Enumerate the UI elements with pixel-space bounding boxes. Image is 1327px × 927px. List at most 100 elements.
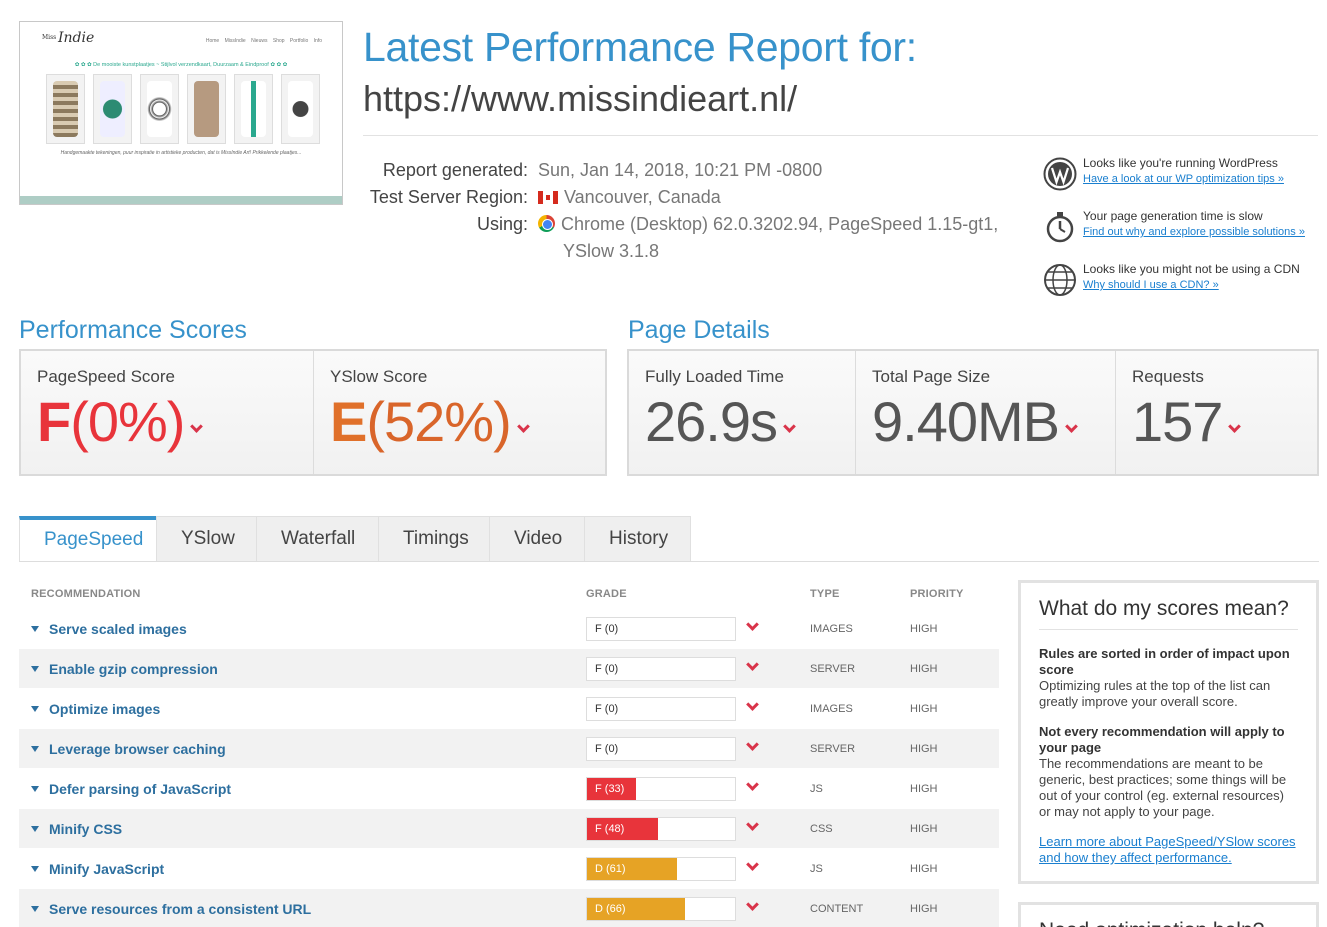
recommendation-name[interactable]: Defer parsing of JavaScript — [31, 781, 231, 797]
pagespeed-percent: (0%) — [70, 390, 185, 453]
table-row[interactable]: Leverage browser caching F (0) SERVER HIGH — [19, 728, 999, 768]
recommendation-type: IMAGES — [810, 703, 853, 715]
generation-time-link[interactable]: Find out why and explore possible soluti… — [1083, 224, 1318, 240]
report-generated-row: Report generated: Sun, Jan 14, 2018, 10:… — [382, 160, 823, 180]
page-details-title: Page Details — [628, 316, 770, 344]
tab-waterfall[interactable]: Waterfall — [256, 516, 379, 562]
grade-text: F (33) — [595, 783, 625, 795]
chevron-down-icon — [783, 420, 796, 433]
recommendation-type: CSS — [810, 823, 833, 835]
fully-loaded-time[interactable]: Fully Loaded Time 26.9s — [629, 351, 856, 474]
chevron-down-icon[interactable] — [746, 618, 759, 631]
tested-url: https://www.missindieart.nl/ — [363, 78, 798, 119]
chevron-down-icon[interactable] — [746, 858, 759, 871]
total-page-size[interactable]: Total Page Size 9.40MB — [856, 351, 1116, 474]
grade-bar: F (0) — [586, 657, 736, 681]
tab-video[interactable]: Video — [489, 516, 585, 562]
using-row: Using: Chrome (Desktop) 62.0.3202.94, Pa… — [476, 214, 999, 261]
grade-bar: D (66) — [586, 897, 736, 921]
wp-tips-link[interactable]: Have a look at our WP optimization tips … — [1083, 171, 1318, 187]
chevron-down-icon[interactable] — [746, 898, 759, 911]
recommendation-priority: HIGH — [910, 783, 938, 795]
learn-more-link[interactable]: Learn more about PageSpeed/YSlow scores … — [1039, 834, 1298, 866]
table-row[interactable]: Optimize images F (0) IMAGES HIGH — [19, 688, 999, 728]
recommendation-priority: HIGH — [910, 663, 938, 675]
table-row[interactable]: Minify JavaScript D (61) JS HIGH — [19, 848, 999, 888]
table-row[interactable]: Enable gzip compression F (0) SERVER HIGH — [19, 648, 999, 688]
tip-wordpress: Looks like you're running WordPress Have… — [1043, 155, 1318, 208]
recommendation-priority: HIGH — [910, 703, 938, 715]
grade-bar: F (0) — [586, 617, 736, 641]
grade-text: D (61) — [595, 863, 626, 875]
recommendation-type: JS — [810, 863, 823, 875]
optimization-help-box: Need optimization help? — [1018, 902, 1319, 927]
grade-text: F (0) — [595, 743, 619, 755]
yslow-grade: E — [330, 390, 367, 453]
grade-text: D (66) — [595, 903, 626, 915]
tip-cdn: Looks like you might not be using a CDN … — [1043, 261, 1318, 314]
recommendation-priority: HIGH — [910, 743, 938, 755]
recommendation-priority: HIGH — [910, 863, 938, 875]
tips-list: Looks like you're running WordPress Have… — [1043, 155, 1318, 314]
scores-explainer-title: What do my scores mean? — [1039, 597, 1298, 630]
report-meta: Report generated: Sun, Jan 14, 2018, 10:… — [363, 157, 1023, 265]
thumbnail-banner: ✿ ✿ ✿ De mooiste kunstplaatjes ~ Stijlvo… — [74, 62, 288, 68]
recommendation-name[interactable]: Serve scaled images — [31, 621, 187, 637]
scores-explainer: What do my scores mean? Rules are sorted… — [1018, 580, 1319, 884]
pagespeed-score[interactable]: PageSpeed Score F(0%) — [21, 351, 314, 474]
recommendation-name[interactable]: Serve resources from a consistent URL — [31, 901, 311, 917]
chevron-down-icon[interactable] — [746, 738, 759, 751]
stopwatch-icon — [1046, 212, 1074, 243]
performance-scores-title: Performance Scores — [19, 316, 247, 344]
yslow-percent: (52%) — [366, 390, 511, 453]
requests[interactable]: Requests 157 — [1116, 351, 1317, 474]
table-row[interactable]: Serve resources from a consistent URL D (… — [19, 888, 999, 927]
wordpress-icon — [1043, 157, 1077, 191]
page-title: Latest Performance Report for: — [363, 24, 917, 70]
chevron-down-icon[interactable] — [746, 778, 759, 791]
table-row[interactable]: Serve scaled images F (0) IMAGES HIGH — [19, 608, 999, 648]
grade-text: F (0) — [595, 623, 619, 635]
recommendation-type: SERVER — [810, 663, 856, 675]
recommendation-name[interactable]: Optimize images — [31, 701, 160, 717]
recommendation-priority: HIGH — [910, 623, 938, 635]
pagespeed-grade: F — [37, 390, 71, 453]
recommendation-name[interactable]: Minify JavaScript — [31, 861, 164, 877]
chevron-down-icon — [1065, 420, 1078, 433]
performance-scores-panel: PageSpeed Score F(0%) YSlow Score E(52%) — [19, 349, 607, 476]
chevron-down-icon[interactable] — [746, 658, 759, 671]
grade-text: F (0) — [595, 663, 619, 675]
tab-timings[interactable]: Timings — [378, 516, 490, 562]
tab-history[interactable]: History — [584, 516, 691, 562]
grade-text: F (48) — [595, 823, 625, 835]
tab-pagespeed[interactable]: PageSpeed — [19, 516, 157, 562]
recommendation-name[interactable]: Minify CSS — [31, 821, 122, 837]
page-details-panel: Fully Loaded Time 26.9s Total Page Size … — [627, 349, 1319, 476]
recommendation-type: IMAGES — [810, 623, 853, 635]
site-screenshot-thumbnail: Miss Indie Home MissIndie Nieuws Shop Por… — [19, 21, 343, 205]
chevron-down-icon — [190, 420, 204, 433]
canada-flag-icon — [538, 191, 558, 204]
chevron-down-icon[interactable] — [746, 698, 759, 711]
yslow-score[interactable]: YSlow Score E(52%) — [314, 351, 605, 474]
table-body: Serve scaled images F (0) IMAGES HIGH Enable… — [19, 608, 999, 927]
chevron-down-icon[interactable] — [746, 818, 759, 831]
tip-generation-time: Your page generation time is slow Find o… — [1043, 208, 1318, 261]
table-row[interactable]: Minify CSS F (48) CSS HIGH — [19, 808, 999, 848]
table-header: RECOMMENDATION GRADE TYPE PRIORITY — [31, 588, 964, 600]
cdn-link[interactable]: Why should I use a CDN? » — [1083, 277, 1318, 293]
grade-text: F (0) — [595, 703, 619, 715]
recommendation-priority: HIGH — [910, 823, 938, 835]
recommendation-type: CONTENT — [810, 903, 864, 915]
table-row[interactable]: Defer parsing of JavaScript F (33) JS HIGH — [19, 768, 999, 808]
recommendation-name[interactable]: Enable gzip compression — [31, 661, 218, 677]
grade-bar: F (0) — [586, 697, 736, 721]
thumbnail-nav: Miss Indie Home MissIndie Nieuws Shop Por… — [42, 30, 322, 52]
thumbnail-nav-links: Home MissIndie Nieuws Shop Portfolio Inf… — [205, 38, 322, 44]
thumbnail-product-tiles — [46, 74, 320, 144]
server-region-row: Test Server Region: Vancouver, Canada — [369, 187, 721, 207]
tab-yslow[interactable]: YSlow — [156, 516, 257, 562]
recommendation-name[interactable]: Leverage browser caching — [31, 741, 226, 757]
grade-bar: F (48) — [586, 817, 736, 841]
chrome-icon — [538, 215, 555, 232]
